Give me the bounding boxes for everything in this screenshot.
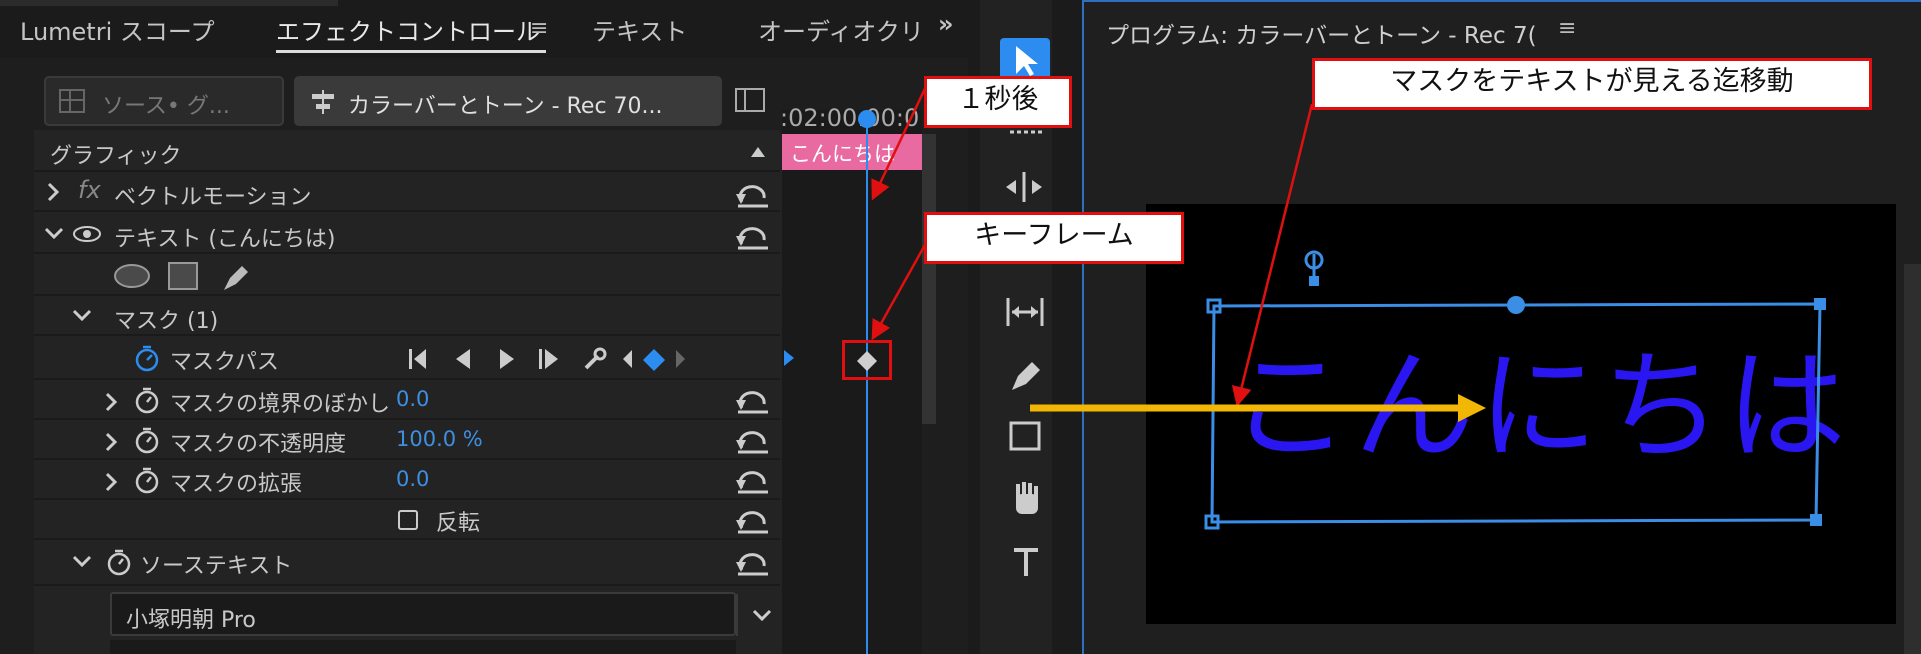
- callout-one-second: １秒後: [924, 76, 1072, 128]
- callout-keyframe: キーフレーム: [924, 212, 1184, 264]
- callout-move-mask: マスクをテキストが見える迄移動: [1312, 58, 1872, 110]
